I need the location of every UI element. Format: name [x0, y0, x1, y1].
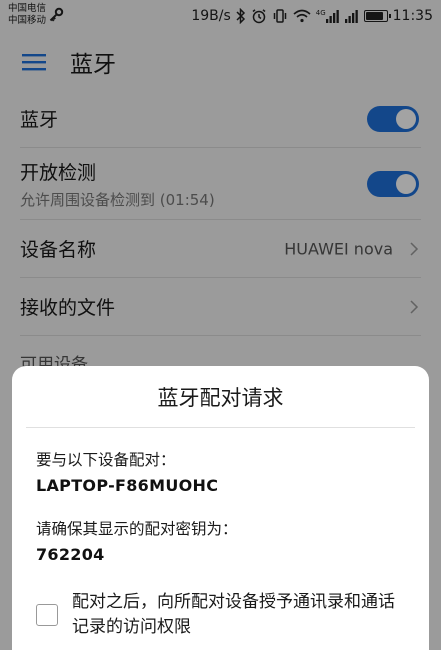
dialog-title: 蓝牙配对请求 — [26, 366, 415, 428]
consent-checkbox[interactable] — [36, 604, 58, 626]
dialog-body: 要与以下设备配对： LAPTOP-F86MUOHC 请确保其显示的配对密钥为： … — [12, 428, 429, 640]
consent-option[interactable]: 配对之后，向所配对设备授予通讯录和通话记录的访问权限 — [36, 590, 403, 640]
pair-device-name: LAPTOP-F86MUOHC — [36, 476, 219, 495]
pair-with-label: 要与以下设备配对： — [36, 451, 176, 469]
pairing-key-label: 请确保其显示的配对密钥为： — [36, 520, 238, 538]
consent-text: 配对之后，向所配对设备授予通讯录和通话记录的访问权限 — [72, 592, 395, 637]
pairing-dialog: 蓝牙配对请求 要与以下设备配对： LAPTOP-F86MUOHC 请确保其显示的… — [12, 366, 429, 650]
pairing-key: 762204 — [36, 545, 105, 564]
